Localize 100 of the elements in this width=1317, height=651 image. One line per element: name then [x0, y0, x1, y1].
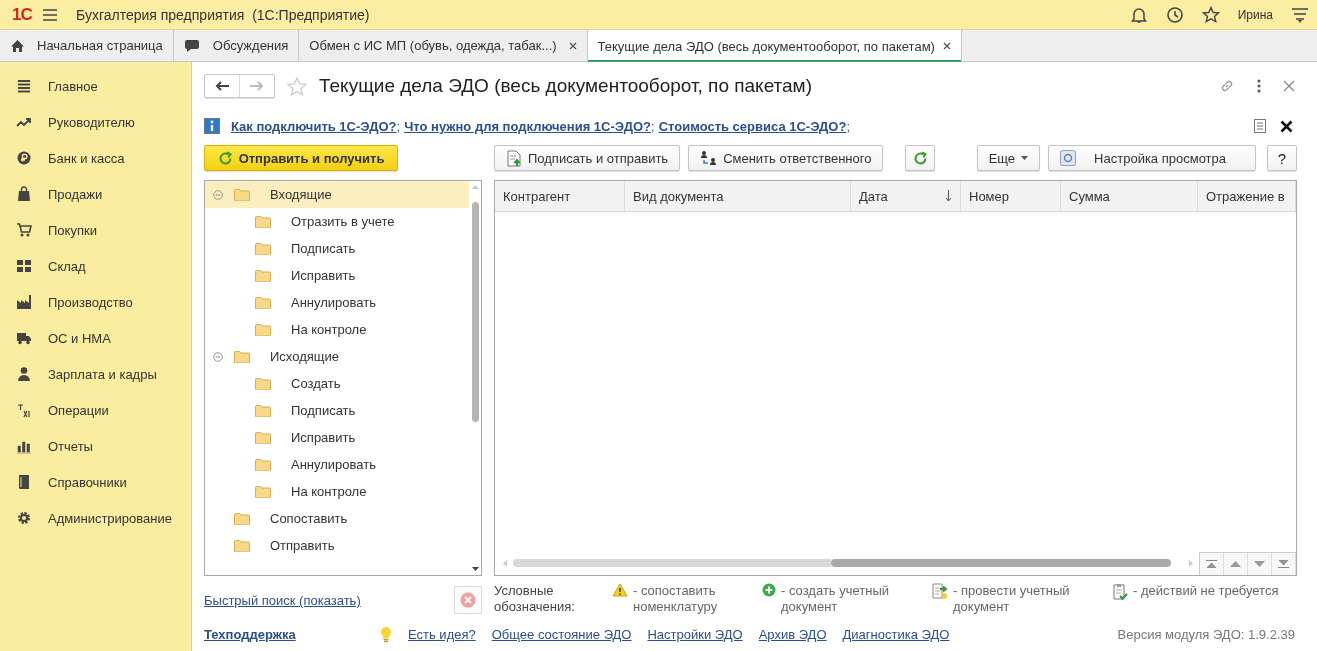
- column-header[interactable]: Номер: [961, 181, 1061, 211]
- footer-link[interactable]: Диагностика ЭДО: [842, 626, 950, 642]
- user-name[interactable]: Ирина: [1237, 7, 1273, 22]
- folder-icon: [234, 350, 250, 363]
- bell-icon[interactable]: [1129, 5, 1148, 24]
- tree-item[interactable]: На контроле: [205, 478, 469, 505]
- column-header[interactable]: Вид документа: [625, 181, 851, 211]
- cart-icon: [16, 222, 32, 238]
- tree-item[interactable]: Исходящие: [205, 343, 469, 370]
- refresh-icon: [912, 150, 928, 166]
- column-header[interactable]: Контрагент: [495, 181, 625, 211]
- sidebar-item[interactable]: Зарплата и кадры: [0, 356, 191, 392]
- truck-icon: [16, 330, 32, 346]
- clipboard-check-icon: [1112, 583, 1128, 600]
- column-header[interactable]: Отражение в: [1198, 181, 1296, 211]
- scrollbar[interactable]: [503, 559, 1193, 567]
- menu-icon[interactable]: [1291, 6, 1309, 23]
- folder-icon: [255, 269, 271, 282]
- version-text: Версия модуля ЭДО: 1.9.2.39: [1117, 626, 1296, 642]
- tab[interactable]: Текущие дела ЭДО (весь документооборот, по пакетам): [587, 30, 962, 62]
- tree-item[interactable]: Создать: [205, 370, 469, 397]
- help-link[interactable]: Как подключить 1С-ЭДО?: [231, 118, 397, 134]
- app-logo: 1С: [12, 4, 33, 25]
- gear-icon: [16, 510, 32, 526]
- sidebar-item[interactable]: Банк и касса: [0, 140, 191, 176]
- tree-item[interactable]: Подписать: [205, 397, 469, 424]
- footer-link[interactable]: Общее состояние ЭДО: [491, 626, 632, 642]
- folder-icon: [255, 458, 271, 471]
- coin-icon: [16, 150, 32, 166]
- tab[interactable]: Обсуждения: [173, 30, 300, 61]
- sign-send-button[interactable]: Подписать и отправить: [494, 145, 681, 171]
- refresh-icon: [217, 150, 233, 166]
- tree-item[interactable]: Отправить: [205, 532, 469, 559]
- collapse-icon[interactable]: [213, 351, 223, 362]
- last-row-button[interactable]: [1272, 552, 1296, 575]
- tree-item[interactable]: Входящие: [205, 181, 469, 208]
- star-icon[interactable]: [1201, 5, 1220, 24]
- sidebar-item[interactable]: Отчеты: [0, 428, 191, 464]
- tree-item[interactable]: На контроле: [205, 316, 469, 343]
- favorite-star-icon[interactable]: [287, 76, 307, 96]
- tree-item[interactable]: Сопоставить: [205, 505, 469, 532]
- chat-icon: [183, 38, 201, 53]
- next-row-button[interactable]: [1248, 552, 1272, 575]
- lightbulb-icon: [380, 625, 392, 643]
- help-button[interactable]: ?: [1267, 145, 1297, 171]
- arrow-right-icon: [250, 81, 264, 91]
- clear-icon: [460, 592, 476, 608]
- view-settings-button[interactable]: Настройка просмотра: [1048, 145, 1256, 171]
- close-icon[interactable]: [942, 42, 951, 50]
- close-icon[interactable]: [568, 41, 577, 50]
- collapse-icon[interactable]: [213, 189, 223, 200]
- more-button[interactable]: Еще: [976, 145, 1041, 171]
- first-icon: [1206, 559, 1217, 568]
- sidebar-item[interactable]: Продажи: [0, 176, 191, 212]
- close-icon[interactable]: [1280, 119, 1293, 133]
- scroll-left-icon: [503, 559, 507, 567]
- footer-link[interactable]: Настройки ЭДО: [647, 626, 743, 642]
- folder-icon: [255, 296, 271, 309]
- sidebar-item[interactable]: ОС и НМА: [0, 320, 191, 356]
- document-arrow-icon: [506, 149, 522, 167]
- help-link[interactable]: Что нужно для подключения 1С-ЭДО?: [404, 118, 652, 134]
- tree-item[interactable]: Отразить в учете: [205, 208, 469, 235]
- tab[interactable]: Обмен с ИС МП (обувь, одежда, табак...): [299, 30, 588, 61]
- factory-icon: [16, 294, 32, 310]
- previous-row-button[interactable]: [1224, 552, 1248, 575]
- tree-item[interactable]: Аннулировать: [205, 289, 469, 316]
- tree-item[interactable]: Исправить: [205, 262, 469, 289]
- menu-icon: [16, 78, 32, 94]
- sidebar-item[interactable]: Справочники: [0, 464, 191, 500]
- sidebar-item[interactable]: Производство: [0, 284, 191, 320]
- sidebar-item[interactable]: Склад: [0, 248, 191, 284]
- sidebar-item[interactable]: Руководителю: [0, 104, 191, 140]
- link-icon[interactable]: [1219, 78, 1235, 94]
- history-icon[interactable]: [1165, 5, 1184, 24]
- send-receive-button[interactable]: Отправить и получить: [204, 145, 398, 171]
- sidebar-item[interactable]: Администрирование: [0, 500, 191, 536]
- first-row-button[interactable]: [1200, 552, 1224, 575]
- folder-icon: [255, 377, 271, 390]
- sidebar-item[interactable]: Главное: [0, 68, 191, 104]
- footer-link[interactable]: Есть идея?: [408, 626, 476, 642]
- change-responsible-button[interactable]: Сменить ответственного: [688, 145, 884, 171]
- sidebar-item[interactable]: Операции: [0, 392, 191, 428]
- settings-icon: [1060, 150, 1077, 166]
- column-header[interactable]: Дата: [851, 181, 961, 211]
- quick-search-link[interactable]: Быстрый поиск (показать): [204, 592, 361, 608]
- tree-item[interactable]: Аннулировать: [205, 451, 469, 478]
- column-header[interactable]: Сумма: [1061, 181, 1198, 211]
- footer-link[interactable]: Архив ЭДО: [758, 626, 827, 642]
- refresh-button[interactable]: [905, 145, 936, 171]
- tab[interactable]: Начальная страница: [0, 30, 174, 61]
- menu-icon[interactable]: [42, 7, 58, 22]
- more-vertical-icon[interactable]: [1257, 79, 1261, 93]
- tree-item[interactable]: Подписать: [205, 235, 469, 262]
- support-link[interactable]: Техподдержка: [204, 626, 380, 642]
- tree-item[interactable]: Исправить: [205, 424, 469, 451]
- separator: ;: [846, 118, 851, 134]
- list-icon[interactable]: [1254, 119, 1266, 133]
- clear-button[interactable]: [454, 586, 482, 614]
- last-icon: [1278, 559, 1289, 568]
- sidebar-item[interactable]: Покупки: [0, 212, 191, 248]
